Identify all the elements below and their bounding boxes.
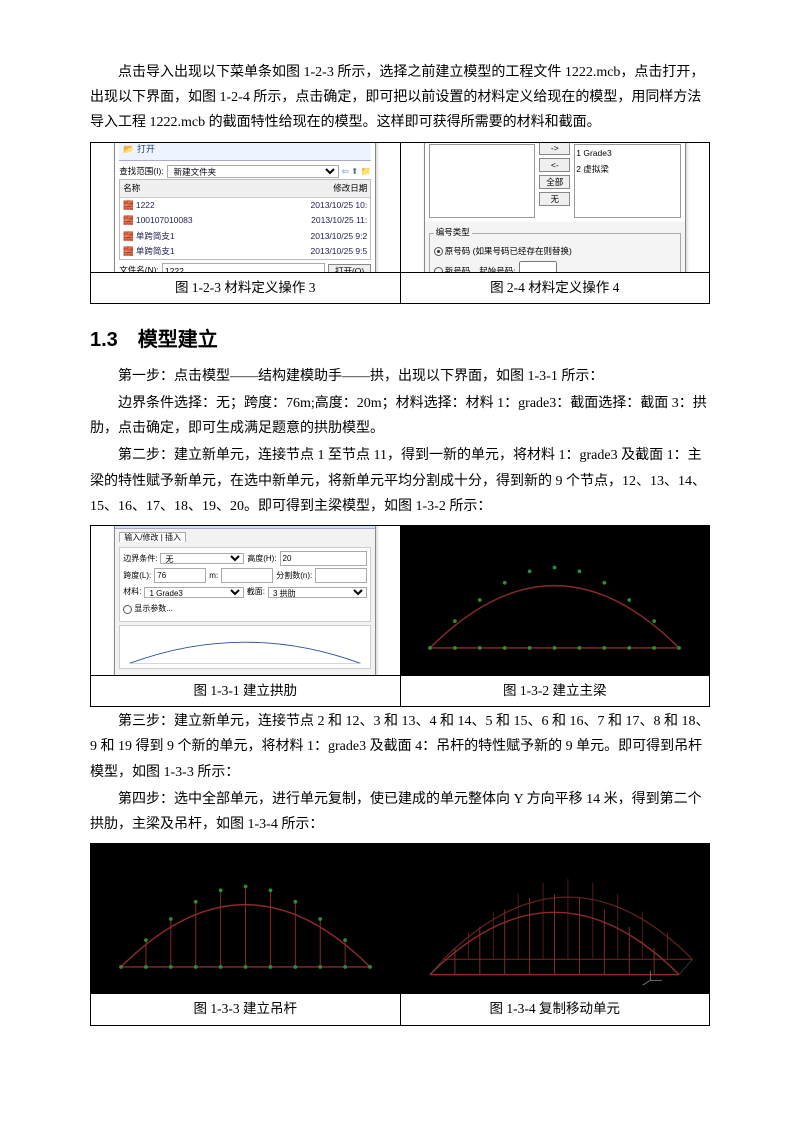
material-list[interactable] xyxy=(429,144,536,218)
arch-copy-view xyxy=(401,844,710,993)
arch-wizard: 拱桥建模助手 ✕ 输入/修改 | 插入 边界条件: 无 高度(H): 跨度(L)… xyxy=(114,526,376,676)
boundary-select[interactable]: 无 xyxy=(160,553,244,564)
caption-1-3-1: 图 1-3-1 建立拱肋 xyxy=(91,676,400,706)
arch-hanger-view xyxy=(91,844,400,993)
figure-1-3-4: 图 1-3-4 复制移动单元 xyxy=(401,843,711,1025)
arch-main-beam-view xyxy=(401,526,710,675)
caption-2-4: 图 2-4 材料定义操作 4 xyxy=(401,273,710,303)
intro-paragraph-1: 点击导入出现以下菜单条如图 1-2-3 所示，选择之前建立模型的工程文件 122… xyxy=(90,60,710,136)
file-row: 🧱单跨简支12013/10/25 9:2 xyxy=(120,229,370,244)
folder-nav-icons[interactable]: ⇦ ⬆ 📁 xyxy=(342,164,372,179)
start-number-input[interactable] xyxy=(519,261,557,272)
file-row: 🧱12222013/10/25 10: xyxy=(120,198,370,213)
lookin-select[interactable]: 新建文件夹 xyxy=(167,165,339,178)
step4-para: 第四步：选中全部单元，进行单元复制，使已建成的单元整体向 Y 方向平移 14 米… xyxy=(90,787,710,837)
all-button[interactable]: 全部 xyxy=(539,175,570,189)
figure-2-4: 从其它项目中导入材料 ✕ 材料列表 -> <- 全部 无 xyxy=(401,142,711,304)
caption-1-2-3: 图 1-2-3 材料定义操作 3 xyxy=(91,273,400,303)
figure-row-13a: 拱桥建模助手 ✕ 输入/修改 | 插入 边界条件: 无 高度(H): 跨度(L)… xyxy=(90,525,710,707)
open-dialog: 材料和截面 ✕ 材料 截面 厚度 📂 打开 查找范 xyxy=(114,143,376,273)
step1-detail: 边界条件选择：无；跨度：76m;高度：20m；材料选择：材料 1：grade3：… xyxy=(90,391,710,441)
figure-1-3-3: 图 1-3-3 建立吊杆 xyxy=(90,843,401,1025)
span-input[interactable] xyxy=(154,568,206,583)
file-list[interactable]: 名称修改日期 🧱12222013/10/25 10: 🧱100107010083… xyxy=(119,179,371,260)
file-row: 🧱1001070100832013/10/25 11: xyxy=(120,213,370,228)
caption-1-3-4: 图 1-3-4 复制移动单元 xyxy=(401,994,710,1024)
height-input[interactable] xyxy=(280,551,368,566)
section-select[interactable]: 3 拱肋 xyxy=(268,587,367,598)
figure-row-13b: 图 1-3-3 建立吊杆 xyxy=(90,843,710,1025)
figure-1-3-2: 图 1-3-2 建立主梁 xyxy=(401,525,711,707)
select-list[interactable]: 1 Grade3 2 虚拟梁 xyxy=(574,144,681,218)
import-dialog: 从其它项目中导入材料 ✕ 材料列表 -> <- 全部 无 xyxy=(424,143,686,273)
section-1-3-heading: 1.3 模型建立 xyxy=(90,322,710,358)
caption-1-3-3: 图 1-3-3 建立吊杆 xyxy=(91,994,400,1024)
step3-para: 第三步：建立新单元，连接节点 2 和 12、3 和 13、4 和 14、5 和 … xyxy=(90,709,710,785)
figure-1-2-3: 材料和截面 ✕ 材料 截面 厚度 📂 打开 查找范 xyxy=(90,142,401,304)
open-button[interactable]: 打开(O) xyxy=(328,264,371,273)
step1-para: 第一步：点击模型——结构建模助手——拱，出现以下界面，如图 1-3-1 所示： xyxy=(90,364,710,389)
filename-input[interactable] xyxy=(162,263,325,272)
sub-open-title: 打开 xyxy=(137,144,155,154)
material-select[interactable]: 1 Grade3 xyxy=(144,587,243,598)
numbering-group-title: 编号类型 xyxy=(434,225,472,240)
none-button[interactable]: 无 xyxy=(539,192,570,206)
radio-original[interactable]: 原号码 (如果号码已经存在则替换) xyxy=(434,244,572,259)
figure-1-3-1: 拱桥建模助手 ✕ 输入/修改 | 插入 边界条件: 无 高度(H): 跨度(L)… xyxy=(90,525,401,707)
step2-para: 第二步：建立新单元，连接节点 1 至节点 11，得到一新的单元，将材料 1：gr… xyxy=(90,443,710,519)
wizard-tab[interactable]: 输入/修改 | 插入 xyxy=(119,532,186,542)
wizard-preview xyxy=(119,625,371,669)
radio-new[interactable]: 新号码 xyxy=(434,264,471,273)
move-right-button[interactable]: -> xyxy=(539,143,570,156)
lookin-label: 查找范围(I): xyxy=(119,164,163,179)
move-left-button[interactable]: <- xyxy=(539,158,570,172)
file-row: 🧱单跨简支12013/10/25 9:5 xyxy=(120,244,370,259)
figure-row-12: 材料和截面 ✕ 材料 截面 厚度 📂 打开 查找范 xyxy=(90,142,710,304)
filename-label: 文件名(N): xyxy=(119,263,159,272)
caption-1-3-2: 图 1-3-2 建立主梁 xyxy=(401,676,710,706)
